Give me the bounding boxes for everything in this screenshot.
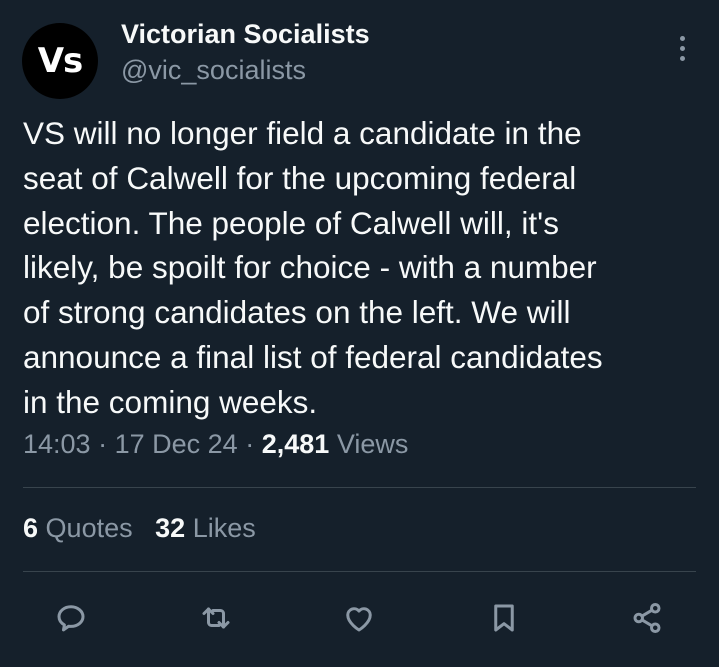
avatar[interactable]: Vs [22, 23, 98, 99]
reply-icon [57, 605, 85, 632]
views-label: Views [336, 429, 409, 459]
tweet-text-line: announce a final list of federal candida… [23, 338, 603, 375]
retweet-button[interactable] [190, 592, 242, 644]
divider [23, 571, 696, 572]
bookmark-icon [494, 604, 514, 632]
tweet-date[interactable]: 17 Dec 24 [115, 429, 238, 459]
quotes-count: 6 [23, 513, 39, 543]
tweet-text-line: of strong candidates on the left. We wil… [23, 294, 571, 331]
like-icon [346, 607, 372, 632]
more-icon-dot [679, 35, 685, 41]
share-icon [633, 603, 661, 633]
tweet-text-line: election. The people of Calwell will, it… [23, 204, 559, 241]
retweet-icon [202, 607, 230, 629]
likes-label: Likes [192, 513, 256, 543]
likes-count: 32 [155, 513, 186, 543]
more-icon-dot [679, 55, 685, 61]
more-icon-dot [679, 45, 685, 51]
meta-separator: · [245, 429, 255, 459]
quotes-label: Quotes [45, 513, 133, 543]
tweet-header: Vs Victorian Socialists @vic_socialists [0, 0, 719, 110]
likes-stat[interactable]: 32 Likes [155, 513, 256, 543]
meta-separator: · [98, 429, 108, 459]
quotes-stat[interactable]: 6 Quotes [23, 513, 133, 543]
tweet-text-line: in the coming weeks. [23, 383, 318, 420]
tweet-meta: 14:03 · 17 Dec 24 · 2,481 Views [23, 429, 408, 460]
tweet-text-line: seat of Calwell for the upcoming federal [23, 159, 577, 196]
reply-button[interactable] [45, 592, 97, 644]
tweet-text-line: likely, be spoilt for choice - with a nu… [23, 249, 597, 286]
share-button[interactable] [621, 592, 673, 644]
user-handle[interactable]: @vic_socialists [121, 55, 306, 86]
tweet-text: VS will no longer field a candidate in t… [23, 111, 703, 425]
avatar-text: Vs [37, 41, 84, 81]
tweet-text-line: VS will no longer field a candidate in t… [23, 115, 582, 151]
divider [23, 487, 696, 488]
bookmark-button[interactable] [478, 592, 530, 644]
more-options-button[interactable] [664, 28, 700, 68]
action-bar [0, 592, 719, 644]
tweet-time[interactable]: 14:03 [23, 429, 91, 459]
engagement-stats: 6 Quotes 32 Likes [23, 513, 256, 544]
like-button[interactable] [333, 592, 385, 644]
display-name[interactable]: Victorian Socialists [121, 19, 370, 50]
views-count: 2,481 [261, 429, 330, 459]
